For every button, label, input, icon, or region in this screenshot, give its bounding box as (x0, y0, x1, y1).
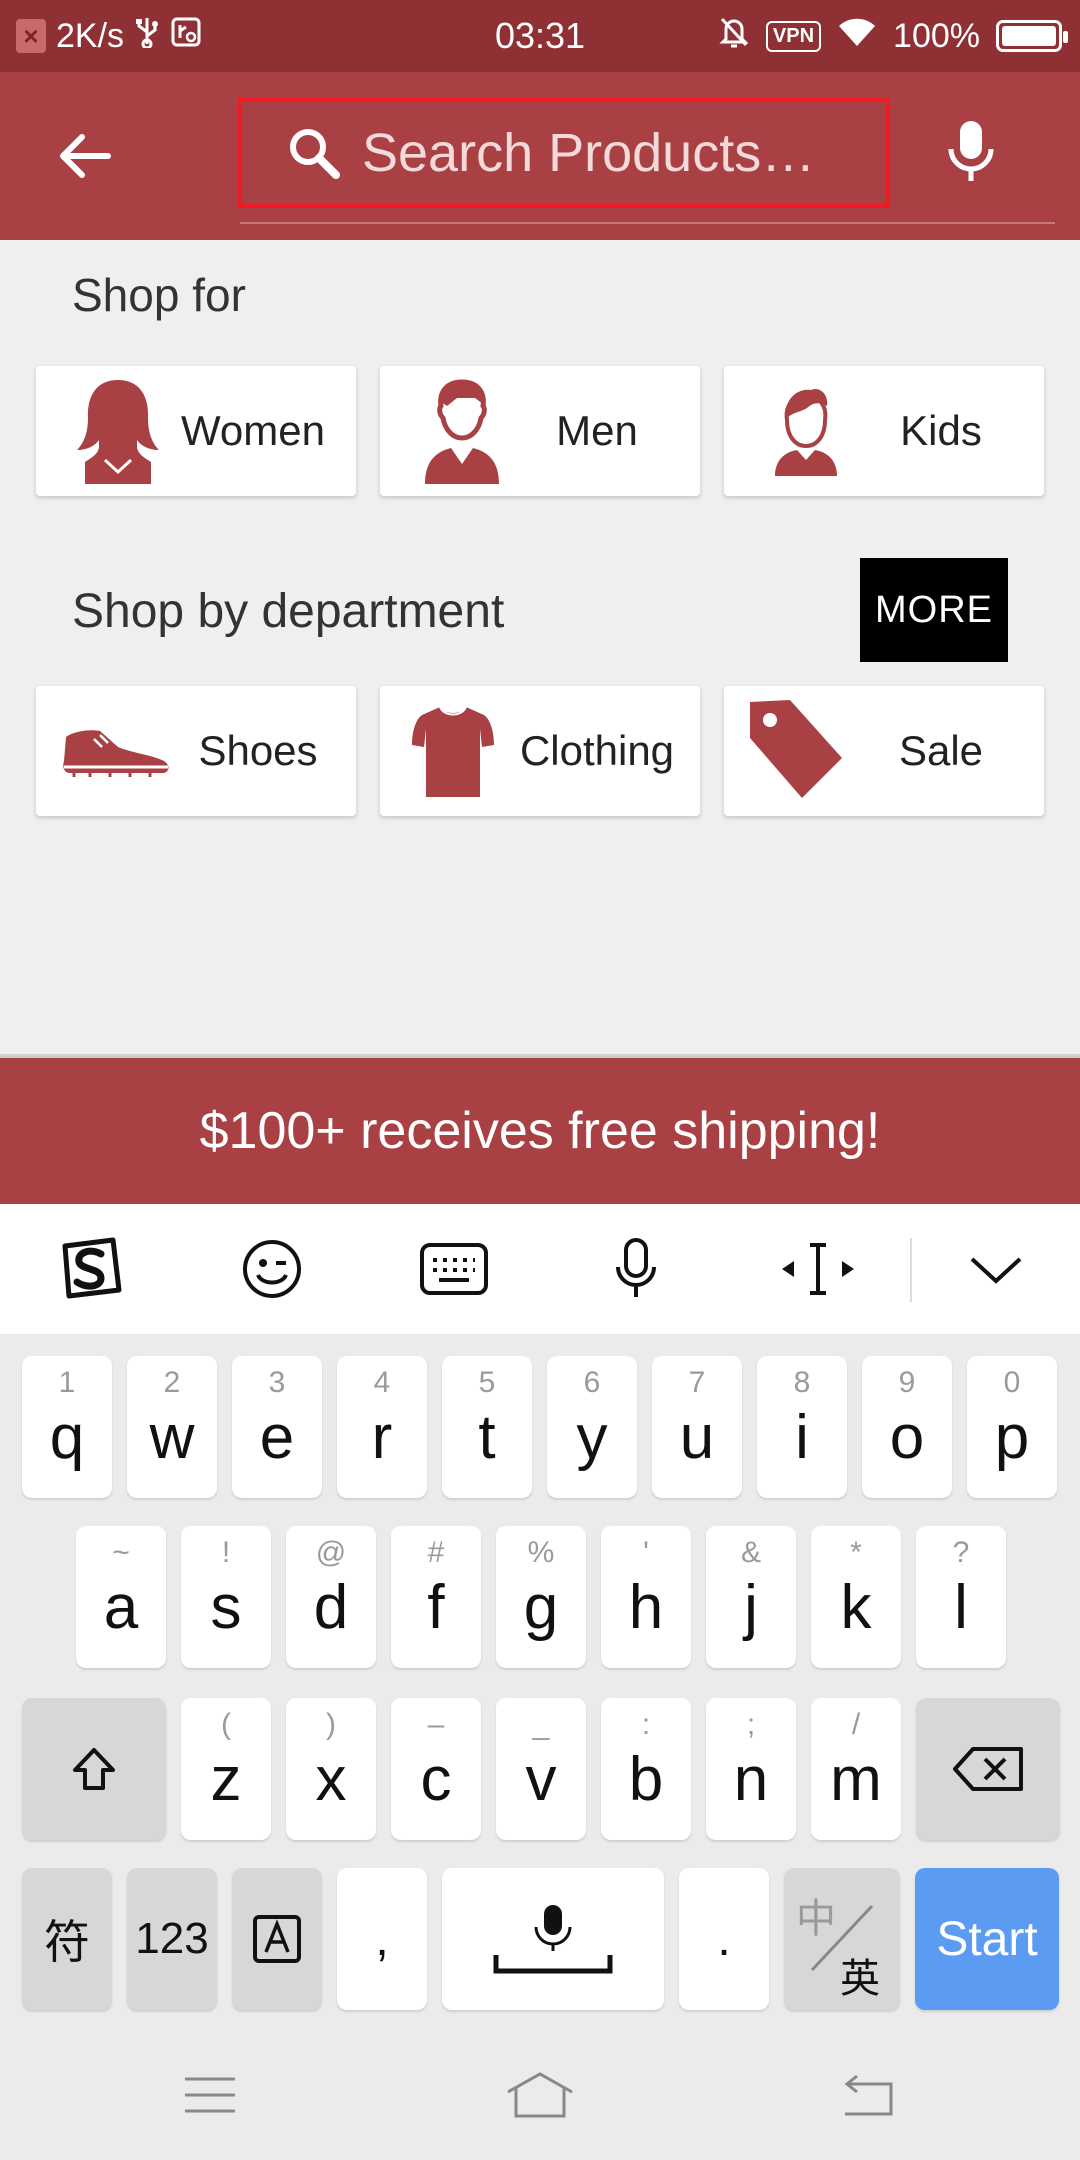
key-g[interactable]: % g (496, 1526, 586, 1668)
key-y[interactable]: 6y (547, 1356, 637, 1498)
battery-percent: 100% (893, 16, 980, 55)
back-arrow-icon[interactable] (44, 120, 124, 192)
key-u[interactable]: 7u (652, 1356, 742, 1498)
emoji-icon[interactable] (222, 1224, 322, 1314)
key-p[interactable]: 0p (967, 1356, 1057, 1498)
divider (910, 1238, 912, 1302)
department-label: Sale (898, 727, 984, 774)
backspace-key[interactable] (916, 1698, 1060, 1840)
collapse-keyboard-chevron-icon[interactable] (946, 1224, 1046, 1314)
vpn-badge: VPN (765, 20, 822, 52)
tag-icon (746, 694, 846, 804)
key-r[interactable]: 4r (337, 1356, 427, 1498)
department-sale-card[interactable]: Sale (724, 686, 1044, 816)
numbers-key[interactable]: 123 (127, 1868, 217, 2010)
search-icon (284, 123, 344, 183)
key-a[interactable]: ~ a (76, 1526, 166, 1668)
key-e[interactable]: 3e (232, 1356, 322, 1498)
battery-icon (996, 20, 1068, 52)
sogou-logo-icon[interactable] (40, 1224, 140, 1314)
key-i[interactable]: 8i (757, 1356, 847, 1498)
search-underline (240, 222, 1055, 224)
department-title: Shop by department (72, 585, 505, 638)
man-icon (412, 376, 512, 486)
key-q[interactable]: 1q (22, 1356, 112, 1498)
department-label: Clothing (519, 727, 675, 774)
app-bar (0, 72, 1080, 240)
key-w[interactable]: 2w (127, 1356, 217, 1498)
key-t[interactable]: 5t (442, 1356, 532, 1498)
key-h[interactable]: ' h (601, 1526, 691, 1668)
key-f[interactable]: # f (391, 1526, 481, 1668)
space-mic-icon (442, 1868, 664, 2010)
shift-key[interactable] (22, 1698, 166, 1840)
input-mode-a-icon (232, 1868, 322, 2010)
free-shipping-banner: $100+ receives free shipping! (0, 1058, 1080, 1204)
period-key[interactable]: . (679, 1868, 769, 2010)
key-c[interactable]: – c (391, 1698, 481, 1840)
shift-arrow-icon (22, 1698, 166, 1840)
key-v[interactable]: _ v (496, 1698, 586, 1840)
category-label: Women (181, 407, 325, 454)
category-label: Kids (900, 407, 982, 454)
woman-icon (68, 376, 168, 486)
search-box[interactable] (238, 98, 890, 208)
key-x[interactable]: ) x (286, 1698, 376, 1840)
department-clothing-card[interactable]: Clothing (380, 686, 700, 816)
key-z[interactable]: (z (181, 1698, 271, 1840)
comma-key[interactable]: , (337, 1868, 427, 2010)
shoe-icon (56, 696, 176, 806)
more-button[interactable]: MORE (860, 558, 1008, 662)
keyboard-icon[interactable] (404, 1224, 504, 1314)
key-k[interactable]: * k (811, 1526, 901, 1668)
back-nav-icon[interactable] (818, 2055, 918, 2135)
language-switch-key[interactable]: 中 英 (784, 1868, 900, 2010)
key-o[interactable]: 9o (862, 1356, 952, 1498)
keyboard: 1q 2w 3e 4r 5t 6y 7u 8i 9o 0p ~ a ! s @ d #… (0, 1334, 1080, 2030)
wifi-icon (837, 16, 877, 57)
key-b[interactable]: :b (601, 1698, 691, 1840)
space-key[interactable] (442, 1868, 664, 2010)
department-shoes-card[interactable]: Shoes (36, 686, 356, 816)
voice-search-mic-icon[interactable] (935, 112, 1007, 192)
start-key[interactable]: Start (915, 1868, 1059, 2010)
menu-icon[interactable] (160, 2055, 260, 2135)
system-nav-bar (0, 2030, 1080, 2160)
status-bar: × 2K/s 03:31 VPN 100% (0, 0, 1080, 72)
category-women-card[interactable]: Women (36, 366, 356, 496)
symbols-key[interactable]: 符 (22, 1868, 112, 2010)
kid-icon (756, 376, 856, 486)
shop-for-title: Shop for (72, 269, 246, 321)
cursor-move-icon[interactable] (768, 1224, 868, 1314)
mute-bell-icon (718, 15, 750, 58)
home-icon[interactable] (490, 2055, 590, 2135)
key-d[interactable]: @ d (286, 1526, 376, 1668)
department-label: Shoes (198, 727, 318, 774)
backspace-icon (916, 1698, 1060, 1840)
key-s[interactable]: ! s (181, 1526, 271, 1668)
clock: 03:31 (494, 15, 586, 56)
keyboard-toolbar (0, 1204, 1080, 1334)
tshirt-icon (408, 696, 498, 806)
category-kids-card[interactable]: Kids (724, 366, 1044, 496)
key-l[interactable]: ? l (916, 1526, 1006, 1668)
key-n[interactable]: ; n (706, 1698, 796, 1840)
category-label: Men (556, 407, 638, 454)
keyboard-mic-icon[interactable] (586, 1224, 686, 1314)
category-men-card[interactable]: Men (380, 366, 700, 496)
input-mode-key[interactable] (232, 1868, 322, 2010)
key-m[interactable]: / m (811, 1698, 901, 1840)
search-input[interactable] (362, 122, 862, 184)
key-j[interactable]: & j (706, 1526, 796, 1668)
